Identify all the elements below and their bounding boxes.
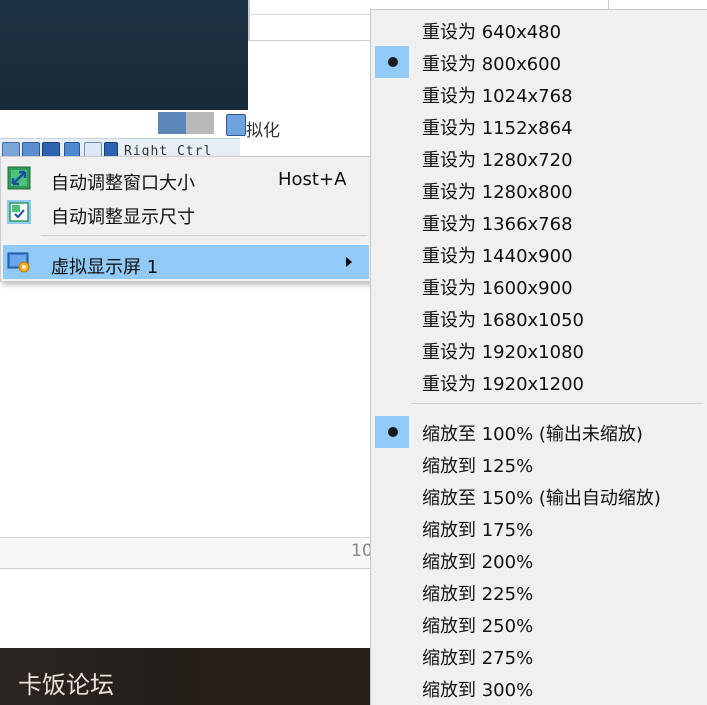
resolution-label: 重设为 1920x1200	[422, 374, 584, 395]
divider	[248, 0, 250, 40]
selected-radio-icon	[375, 46, 409, 78]
virtualization-icon	[226, 114, 246, 136]
resolution-item[interactable]: 重设为 1366x768	[373, 206, 705, 238]
resolution-item[interactable]: 重设为 1024x768	[373, 78, 705, 110]
scale-label: 缩放到 125%	[422, 456, 534, 477]
vm-preview-panel	[0, 0, 248, 110]
menu-item-auto-resize-display[interactable]: 自动调整显示尺寸	[3, 195, 369, 229]
selected-radio-icon	[375, 416, 409, 448]
resolution-item[interactable]: 重设为 640x480	[373, 14, 705, 46]
resolution-label: 重设为 800x600	[422, 54, 562, 75]
top-strip	[248, 0, 372, 41]
resolution-label: 重设为 640x480	[422, 22, 562, 43]
resolution-label: 重设为 1152x864	[422, 118, 573, 139]
menu-item-label: 虚拟显示屏 1	[51, 257, 159, 278]
scale-label: 缩放到 175%	[422, 520, 534, 541]
resolution-label: 重设为 1440x900	[422, 246, 573, 267]
resolution-item[interactable]: 重设为 1680x1050	[373, 302, 705, 334]
menu-item-shortcut: Host+A	[278, 169, 347, 190]
resolution-label: 重设为 1920x1080	[422, 342, 584, 363]
scale-label: 缩放到 200%	[422, 552, 534, 573]
resolution-label: 重设为 1024x768	[422, 86, 573, 107]
scale-item[interactable]: 缩放到 225%	[373, 576, 705, 608]
menu-item-label: 自动调整显示尺寸	[51, 207, 195, 228]
status-toggle[interactable]	[158, 112, 214, 134]
radio-dot-icon	[388, 57, 398, 67]
auto-resize-display-icon	[7, 200, 31, 224]
resolution-label: 重设为 1280x720	[422, 150, 573, 171]
scale-item[interactable]: 缩放到 275%	[373, 640, 705, 672]
view-context-menu: 自动调整窗口大小 Host+A 自动调整显示尺寸 虚拟显示屏 1	[0, 156, 372, 282]
scale-item[interactable]: 缩放到 125%	[373, 448, 705, 480]
scale-item[interactable]: 缩放到 200%	[373, 544, 705, 576]
resolution-item[interactable]: 重设为 800x600	[373, 46, 705, 78]
scale-label: 缩放到 300%	[422, 680, 534, 701]
menu-item-virtual-screen[interactable]: 虚拟显示屏 1	[3, 245, 369, 279]
scale-item[interactable]: 缩放到 300%	[373, 672, 705, 704]
resolution-item[interactable]: 重设为 1600x900	[373, 270, 705, 302]
scale-label: 缩放到 250%	[422, 616, 534, 637]
scale-label: 缩放到 275%	[422, 648, 534, 669]
scale-label: 缩放至 150% (输出自动缩放)	[422, 488, 661, 509]
submenu-arrow-icon	[346, 257, 352, 267]
menu-separator	[41, 235, 367, 236]
resolution-label: 重设为 1280x800	[422, 182, 573, 203]
scale-label: 缩放到 225%	[422, 584, 534, 605]
resolution-item[interactable]: 重设为 1280x800	[373, 174, 705, 206]
resolution-item[interactable]: 重设为 1440x900	[373, 238, 705, 270]
menu-item-label: 自动调整窗口大小	[51, 173, 195, 194]
radio-dot-icon	[388, 427, 398, 437]
resolution-label: 重设为 1600x900	[422, 278, 573, 299]
toggle-right	[186, 112, 214, 134]
virtual-screen-submenu: 重设为 640x480 重设为 800x600 重设为 1024x768 重设为…	[370, 9, 707, 705]
scale-item[interactable]: 缩放至 150% (输出自动缩放)	[373, 480, 705, 512]
resolution-item[interactable]: 重设为 1920x1200	[373, 366, 705, 398]
resize-window-icon	[7, 166, 31, 190]
scale-item[interactable]: 缩放到 175%	[373, 512, 705, 544]
scale-label: 缩放至 100% (输出未缩放)	[422, 424, 643, 445]
resolution-item[interactable]: 重设为 1920x1080	[373, 334, 705, 366]
toggle-left	[158, 112, 186, 134]
status-label: 拟化	[246, 121, 280, 141]
forum-watermark: 卡饭论坛	[18, 671, 114, 699]
resolution-item[interactable]: 重设为 1152x864	[373, 110, 705, 142]
menu-separator	[411, 403, 703, 404]
divider	[248, 14, 372, 15]
menu-item-auto-resize-window[interactable]: 自动调整窗口大小 Host+A	[3, 161, 369, 195]
status-area: 拟化 Right Ctrl	[0, 110, 372, 161]
resolution-label: 重设为 1680x1050	[422, 310, 584, 331]
resolution-item[interactable]: 重设为 1280x720	[373, 142, 705, 174]
scale-item[interactable]: 缩放至 100% (输出未缩放)	[373, 416, 705, 448]
scale-item[interactable]: 缩放到 250%	[373, 608, 705, 640]
bottom-bar	[0, 538, 372, 569]
virtual-screen-icon	[7, 250, 31, 274]
resolution-label: 重设为 1366x768	[422, 214, 573, 235]
